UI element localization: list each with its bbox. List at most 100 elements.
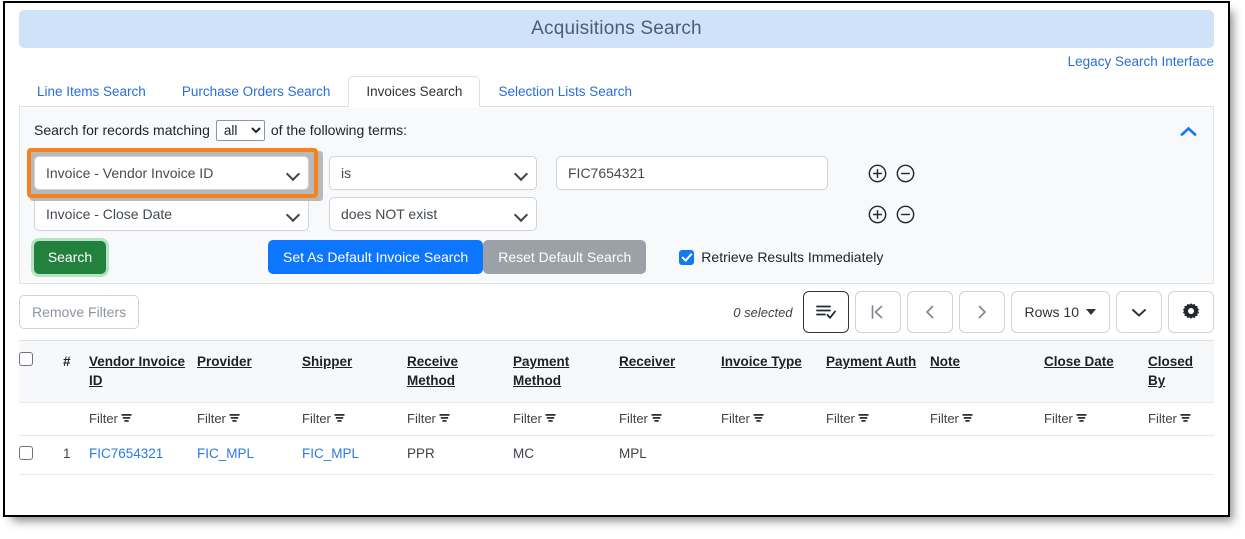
cell-payment-auth bbox=[826, 435, 930, 475]
prev-page-icon bbox=[925, 305, 933, 319]
search-panel: Search for records matching all any of t… bbox=[19, 107, 1214, 284]
column-header-invoice-type: Invoice Type bbox=[721, 340, 826, 403]
retrieve-results-immediately-label: Retrieve Results Immediately bbox=[701, 249, 884, 265]
funnel-icon bbox=[1180, 414, 1191, 422]
filter-provider[interactable]: Filter bbox=[197, 402, 302, 436]
table-row[interactable]: 1 FIC7654321 FIC_MPL FIC_MPL PPR MC MPL bbox=[19, 435, 1214, 475]
first-page-icon bbox=[871, 305, 883, 319]
results-table: # Vendor Invoice ID Provider Shipper Rec… bbox=[19, 340, 1214, 475]
filter-payment-method[interactable]: Filter bbox=[513, 402, 619, 436]
legacy-link-row: Legacy Search Interface bbox=[19, 48, 1214, 75]
next-page-button[interactable] bbox=[958, 291, 1005, 333]
cell-receiver: MPL bbox=[619, 435, 721, 475]
cell-receive-method: PPR bbox=[407, 435, 513, 475]
column-header-shipper: Shipper bbox=[302, 340, 407, 403]
row-checkbox[interactable] bbox=[19, 446, 33, 460]
retrieve-results-immediately-checkbox[interactable] bbox=[679, 249, 695, 265]
select-all-checkbox[interactable] bbox=[19, 352, 33, 366]
app-window: Acquisitions Search Legacy Search Interf… bbox=[3, 1, 1230, 517]
filter-cell-number bbox=[63, 402, 89, 436]
cell-vendor-invoice-id: FIC7654321 bbox=[89, 435, 197, 475]
plus-circle-icon[interactable] bbox=[868, 164, 887, 183]
tab-invoices-search[interactable]: Invoices Search bbox=[348, 76, 481, 107]
rows-per-page-label: Rows 10 bbox=[1024, 304, 1079, 320]
reset-default-search-button[interactable]: Reset Default Search bbox=[483, 240, 647, 274]
column-header-payment-auth: Payment Auth bbox=[826, 340, 930, 403]
filter-close-date[interactable]: Filter bbox=[1044, 402, 1148, 436]
filter-invoice-type[interactable]: Filter bbox=[721, 402, 826, 436]
column-header-receiver: Receiver bbox=[619, 340, 721, 403]
search-button[interactable]: Search bbox=[34, 240, 106, 274]
criterion-value-input-1[interactable] bbox=[556, 156, 828, 190]
minus-circle-icon[interactable] bbox=[896, 205, 915, 224]
column-settings-button[interactable] bbox=[1168, 291, 1214, 333]
cell-invoice-type bbox=[721, 435, 826, 475]
rows-per-page-button[interactable]: Rows 10 bbox=[1010, 291, 1110, 333]
minus-circle-icon[interactable] bbox=[896, 164, 915, 183]
criterion-operator-select-1[interactable]: is bbox=[329, 156, 537, 190]
table-filter-row: Filter Filter Filter Filter Filter Filte… bbox=[19, 402, 1214, 436]
filter-note[interactable]: Filter bbox=[930, 402, 1044, 436]
row-number-cell: 1 bbox=[63, 435, 89, 475]
column-header-payment-method: Payment Method bbox=[513, 340, 619, 403]
criterion-field-select-2[interactable]: Invoice - Close Date bbox=[34, 197, 309, 231]
list-check-icon bbox=[815, 305, 836, 319]
set-as-default-invoice-search-button[interactable]: Set As Default Invoice Search bbox=[268, 240, 484, 274]
panel-button-row: Search Set As Default Invoice Search Res… bbox=[34, 238, 1199, 276]
table-head: # Vendor Invoice ID Provider Shipper Rec… bbox=[19, 340, 1214, 403]
cell-closed-by bbox=[1148, 435, 1214, 475]
filter-receiver[interactable]: Filter bbox=[619, 402, 721, 436]
plus-circle-icon[interactable] bbox=[868, 205, 887, 224]
filter-vendor-invoice-id[interactable]: Filter bbox=[89, 402, 197, 436]
chevron-down-icon bbox=[1132, 308, 1146, 316]
match-type-select[interactable]: all any bbox=[215, 119, 265, 141]
filter-payment-auth[interactable]: Filter bbox=[826, 402, 930, 436]
tab-line-items-search[interactable]: Line Items Search bbox=[19, 76, 164, 107]
funnel-icon bbox=[858, 414, 869, 422]
criterion-field-select-1[interactable]: Invoice - Vendor Invoice ID bbox=[34, 156, 309, 190]
funnel-icon bbox=[1076, 414, 1087, 422]
previous-page-button[interactable] bbox=[906, 291, 953, 333]
page-title: Acquisitions Search bbox=[531, 18, 702, 39]
filter-shipper[interactable]: Filter bbox=[302, 402, 407, 436]
column-header-provider: Provider bbox=[197, 340, 302, 403]
legacy-search-interface-link[interactable]: Legacy Search Interface bbox=[1068, 54, 1214, 69]
selected-count-label: 0 selected bbox=[733, 304, 793, 320]
row-select-cell bbox=[19, 435, 63, 475]
column-header-closed-by: Closed By bbox=[1148, 340, 1214, 403]
more-options-button[interactable] bbox=[1116, 291, 1162, 333]
cell-note bbox=[930, 435, 1044, 475]
table-body: Filter Filter Filter Filter Filter Filte… bbox=[19, 402, 1214, 475]
page-banner: Acquisitions Search bbox=[19, 10, 1214, 48]
first-page-button[interactable] bbox=[854, 291, 901, 333]
criterion-row-1: Invoice - Vendor Invoice ID is bbox=[27, 148, 1199, 201]
collapse-panel-button[interactable] bbox=[1177, 120, 1199, 142]
cell-provider: FIC_MPL bbox=[197, 435, 302, 475]
tab-purchase-orders-search[interactable]: Purchase Orders Search bbox=[164, 76, 349, 107]
funnel-icon bbox=[121, 414, 132, 422]
chevron-up-icon bbox=[1179, 126, 1197, 136]
remove-filters-button[interactable]: Remove Filters bbox=[19, 295, 140, 329]
tab-selection-lists-search[interactable]: Selection Lists Search bbox=[480, 76, 650, 107]
gear-icon bbox=[1182, 303, 1200, 319]
funnel-icon bbox=[753, 414, 764, 422]
column-header-receive-method: Receive Method bbox=[407, 340, 513, 403]
filter-closed-by[interactable]: Filter bbox=[1148, 402, 1214, 436]
funnel-icon bbox=[229, 414, 240, 422]
select-rows-button[interactable] bbox=[802, 291, 849, 333]
table-header-row: # Vendor Invoice ID Provider Shipper Rec… bbox=[19, 340, 1214, 403]
column-header-vendor-invoice-id: Vendor Invoice ID bbox=[89, 340, 197, 403]
vendor-invoice-id-link[interactable]: FIC7654321 bbox=[89, 446, 163, 461]
matching-prefix-label: Search for records matching bbox=[34, 122, 210, 138]
shipper-link[interactable]: FIC_MPL bbox=[302, 446, 359, 461]
screenshot-root: Acquisitions Search Legacy Search Interf… bbox=[0, 0, 1245, 539]
criterion-operator-select-2[interactable]: does NOT exist bbox=[329, 197, 537, 231]
matching-row: Search for records matching all any of t… bbox=[34, 117, 1199, 143]
funnel-icon bbox=[334, 414, 345, 422]
tab-bar: Line Items Search Purchase Orders Search… bbox=[19, 75, 1214, 107]
results-toolbar: Remove Filters 0 selected Rows 10 bbox=[19, 284, 1214, 340]
funnel-icon bbox=[545, 414, 556, 422]
provider-link[interactable]: FIC_MPL bbox=[197, 446, 254, 461]
filter-receive-method[interactable]: Filter bbox=[407, 402, 513, 436]
column-header-note: Note bbox=[930, 340, 1044, 403]
